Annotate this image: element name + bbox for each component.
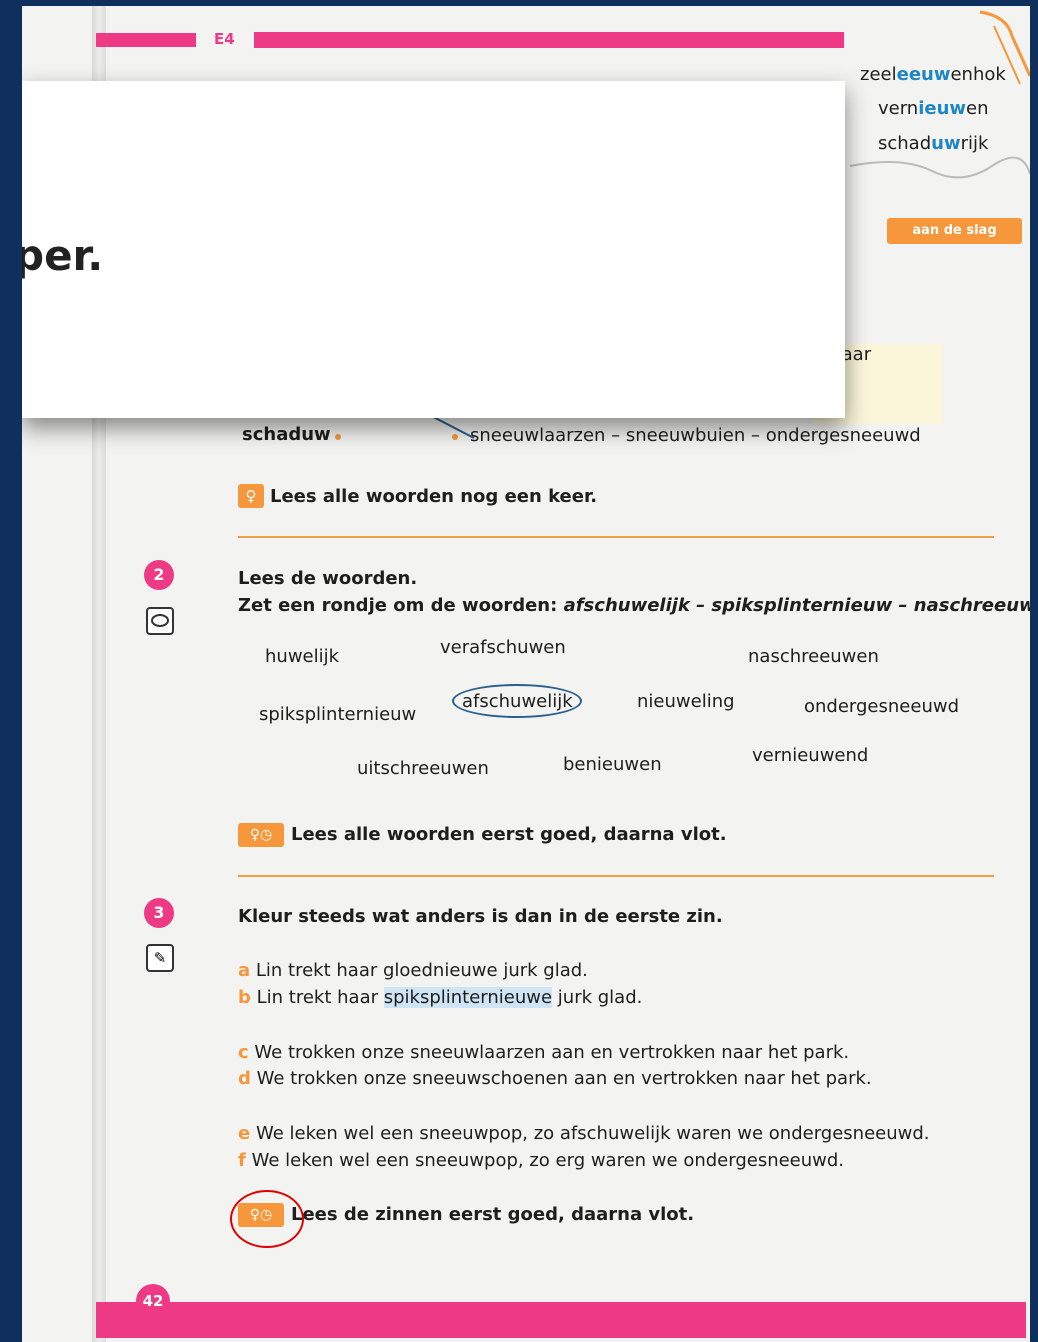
header-bar-left <box>96 33 196 47</box>
match-dot-left <box>335 434 341 440</box>
divider-1 <box>238 536 994 538</box>
sentence-e: e We leken wel een sneeuwpop, zo afschuw… <box>238 1123 930 1144</box>
sentence-b: b Lin trekt haar spiksplinternieuwe jurk… <box>238 987 643 1008</box>
word-option[interactable]: huwelijk <box>265 646 339 667</box>
unit-label: E4 <box>214 30 235 48</box>
read-icon: ♀ <box>238 484 264 508</box>
word-zeeleeuwenhok: zeeleeuwenhok <box>860 64 1006 85</box>
sentence-c: c We trokken onze sneeuwlaarzen aan en v… <box>238 1042 850 1063</box>
circle-task-icon <box>146 607 174 635</box>
word-option[interactable]: ondergesneeuwd <box>804 696 959 717</box>
word-option-circled[interactable]: afschuwelijk <box>462 691 573 712</box>
workbook-page: E4 zeeleeuwenhok vernieuwen schaduwrijk … <box>22 6 1030 1342</box>
exercise3-footer: Lees de zinnen eerst goed, daarna vlot. <box>291 1204 695 1225</box>
word-option[interactable]: verafschuwen <box>440 637 566 658</box>
annotation-red-circle <box>230 1190 304 1248</box>
word-option[interactable]: spiksplinternieuw <box>259 704 416 725</box>
sentence-a: a Lin trekt haar gloednieuwe jurk glad. <box>238 960 588 981</box>
word-schaduwrijk: schaduwrijk <box>878 133 989 154</box>
right-words: sneeuwlaarzen – sneeuwbuien – ondergesne… <box>470 425 921 446</box>
page-number: 42 <box>136 1284 170 1318</box>
overlay-text: per. <box>22 231 104 280</box>
pencil-icon: ✎ <box>146 944 174 972</box>
left-word-schaduw: schaduw <box>242 424 331 445</box>
word-option[interactable]: vernieuwend <box>752 745 868 766</box>
divider-2 <box>238 875 994 877</box>
zoom-overlay-panel: per. <box>22 81 845 418</box>
word-option[interactable]: naschreeuwen <box>748 646 879 667</box>
header-bar-right <box>254 32 844 48</box>
highlighted-word: spiksplinternieuwe <box>383 987 553 1008</box>
word-option[interactable]: nieuweling <box>637 691 735 712</box>
exercise3-title: Kleur steeds wat anders is dan in de eer… <box>238 906 723 927</box>
exercise2-instruction: Zet een rondje om de woorden: afschuweli… <box>238 595 1030 616</box>
word-vernieuwen: vernieuwen <box>878 98 989 119</box>
sentence-d: d We trokken onze sneeuwschoenen aan en … <box>238 1068 872 1089</box>
word-option[interactable]: uitschreeuwen <box>357 758 489 779</box>
footer-bar <box>96 1302 1026 1338</box>
exercise2-title: Lees de woorden. <box>238 568 418 589</box>
exercise2-number: 2 <box>144 560 174 590</box>
exercise1-instruction: Lees alle woorden nog een keer. <box>270 486 598 507</box>
aan-de-slag-badge: aan de slag <box>887 218 1022 244</box>
exercise3-number: 3 <box>144 898 174 928</box>
match-dot-right <box>452 434 458 440</box>
word-option[interactable]: benieuwen <box>563 754 662 775</box>
exercise2-footer: Lees alle woorden eerst goed, daarna vlo… <box>291 824 727 845</box>
read-time-icon: ♀◷ <box>238 823 284 847</box>
sentence-f: f We leken wel een sneeuwpop, zo erg war… <box>238 1150 845 1171</box>
